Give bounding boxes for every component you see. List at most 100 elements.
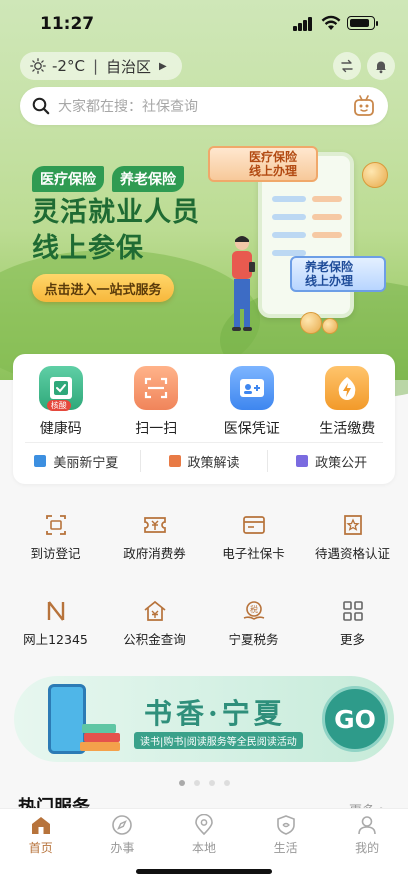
weather-location-selector[interactable]: -2°C | 自治区 ▶ [20, 52, 182, 80]
service-tax[interactable]: 税 宁夏税务 [204, 594, 303, 680]
services-row: 网上12345 公积金查询 税 宁夏税务 更多 [0, 594, 408, 680]
document-icon [296, 455, 309, 467]
nucleic-badge: 核酸 [46, 400, 71, 411]
carousel-dot[interactable] [208, 780, 215, 786]
user-icon [358, 816, 376, 835]
tab-label: 办事 [110, 841, 135, 855]
notification-button[interactable] [367, 52, 395, 80]
service-label: 更多 [339, 632, 365, 647]
banner-tag: 医疗保险 [32, 166, 104, 192]
more-grid-icon [342, 601, 363, 621]
bill-payment-icon [325, 366, 370, 410]
separator: | [92, 57, 98, 75]
service-visit-register[interactable]: 到访登记 [6, 508, 105, 594]
illustration-line [312, 232, 342, 238]
service-label: 电子社保卡 [222, 546, 285, 561]
medical-card-icon [229, 366, 274, 410]
swap-icon [341, 59, 353, 73]
status-time: 11:27 [40, 14, 95, 34]
news-icon [34, 455, 47, 467]
quick-item-health-code[interactable]: 核酸 健康码 [13, 366, 109, 442]
card-text: 线上办理 [248, 164, 297, 178]
carousel-dot[interactable] [178, 780, 185, 786]
hotline-icon [47, 601, 64, 621]
banner-tags: 医疗保险 养老保险 [32, 166, 184, 192]
robot-assistant-icon[interactable] [352, 94, 376, 118]
person-illustration [232, 236, 255, 331]
qr-code-glyph [49, 377, 72, 399]
quick-item-scan[interactable]: 扫一扫 [109, 366, 205, 442]
illustration-line [272, 196, 306, 202]
hot-services-title: 热门服务 [18, 797, 90, 808]
service-coupon[interactable]: 政府消费券 [105, 508, 204, 594]
hot-services-more-link[interactable]: 更多 > [349, 800, 390, 808]
link-beautiful-ningxia[interactable]: 美丽新宁夏 [13, 450, 140, 472]
illustration-line [312, 214, 342, 220]
search-bar[interactable]: 大家都在搜：社保查询 [20, 87, 388, 125]
service-label: 宁夏税务 [228, 632, 279, 647]
quick-item-label: 健康码 [39, 421, 82, 437]
service-label: 网上12345 [23, 632, 88, 647]
region-text: 自治区 [106, 57, 152, 76]
illustration-line [272, 214, 306, 220]
link-policy-disclosure[interactable]: 政策公开 [267, 450, 395, 472]
tab-home[interactable]: 首页 [0, 809, 82, 883]
app-screen: { "status_bar": { "time": "11:27", "batt… [0, 0, 408, 883]
service-label: 公积金查询 [123, 632, 186, 647]
scan-glyph [145, 377, 168, 399]
reading-banner-subtitle: 读书|购书|阅读服务等全民阅读活动 [134, 732, 303, 749]
books-illustration [80, 724, 120, 751]
services-row: 到访登记 政府消费券 电子社保卡 待遇资格认证 [0, 508, 408, 594]
banner-title-line: 线上参保 [32, 233, 144, 264]
reading-banner[interactable]: 书香·宁夏 读书|购书|阅读服务等全民阅读活动 GO [14, 676, 394, 762]
lightning-glyph [338, 377, 356, 400]
tab-label: 本地 [191, 841, 216, 855]
link-label: 政策解读 [187, 455, 240, 471]
svg-text:税: 税 [250, 604, 258, 614]
service-label: 政府消费券 [123, 546, 186, 561]
carousel-dot[interactable] [223, 780, 230, 786]
carousel-dot[interactable] [193, 780, 200, 786]
status-bar: 11:27 [0, 0, 408, 48]
quick-item-bill-payment[interactable]: 生活缴费 [300, 366, 396, 442]
search-icon [32, 97, 50, 115]
service-more[interactable]: 更多 [303, 594, 402, 680]
service-label: 待遇资格认证 [314, 546, 390, 561]
link-policy-interpretation[interactable]: 政策解读 [139, 450, 268, 472]
illustration-line [312, 196, 342, 202]
policy-icon [168, 455, 181, 467]
switch-button[interactable] [333, 52, 361, 80]
triangle-right-icon: ▶ [159, 60, 167, 72]
temperature-text: -2°C [52, 57, 85, 75]
banner-title-line: 灵活就业人员 [32, 197, 200, 228]
home-icon [31, 817, 50, 834]
quick-item-label: 生活缴费 [319, 421, 376, 437]
quick-item-label: 扫一扫 [135, 421, 178, 437]
service-label: 到访登记 [30, 546, 81, 561]
service-certification[interactable]: 待遇资格认证 [303, 508, 402, 594]
coupon-icon [143, 517, 166, 533]
pension-insurance-card: 养老保险 线上办理 [290, 256, 386, 292]
tab-label: 首页 [28, 841, 53, 855]
carousel-indicator [0, 780, 408, 786]
divider [25, 442, 383, 443]
id-card-glyph [239, 379, 264, 397]
quick-item-medical-card[interactable]: 医保凭证 [204, 366, 300, 442]
tab-mine[interactable]: 我的 [326, 809, 408, 883]
scan-icon [134, 366, 179, 410]
tab-label: 我的 [355, 841, 380, 855]
services-grid: 到访登记 政府消费券 电子社保卡 待遇资格认证 网上12345 公积金查询 税 … [0, 508, 408, 680]
service-social-card[interactable]: 电子社保卡 [204, 508, 303, 594]
card-text: 医疗保险 [248, 150, 297, 164]
quick-access-card: 核酸 健康码 扫一扫 医保凭证 生活缴费 美丽新宁夏 政策解读 政策公开 [13, 354, 395, 484]
medical-insurance-card: 医疗保险 线上办理 [208, 146, 318, 182]
service-hotline[interactable]: 网上12345 [6, 594, 105, 680]
housing-fund-icon [143, 600, 166, 621]
card-text: 线上办理 [304, 274, 353, 288]
link-label: 美丽新宁夏 [53, 455, 119, 471]
go-button[interactable]: GO [322, 686, 388, 752]
visit-register-icon [45, 515, 66, 535]
banner-cta-button[interactable]: 点击进入一站式服务 [32, 274, 174, 302]
home-indicator [136, 869, 272, 874]
service-housing-fund[interactable]: 公积金查询 [105, 594, 204, 680]
